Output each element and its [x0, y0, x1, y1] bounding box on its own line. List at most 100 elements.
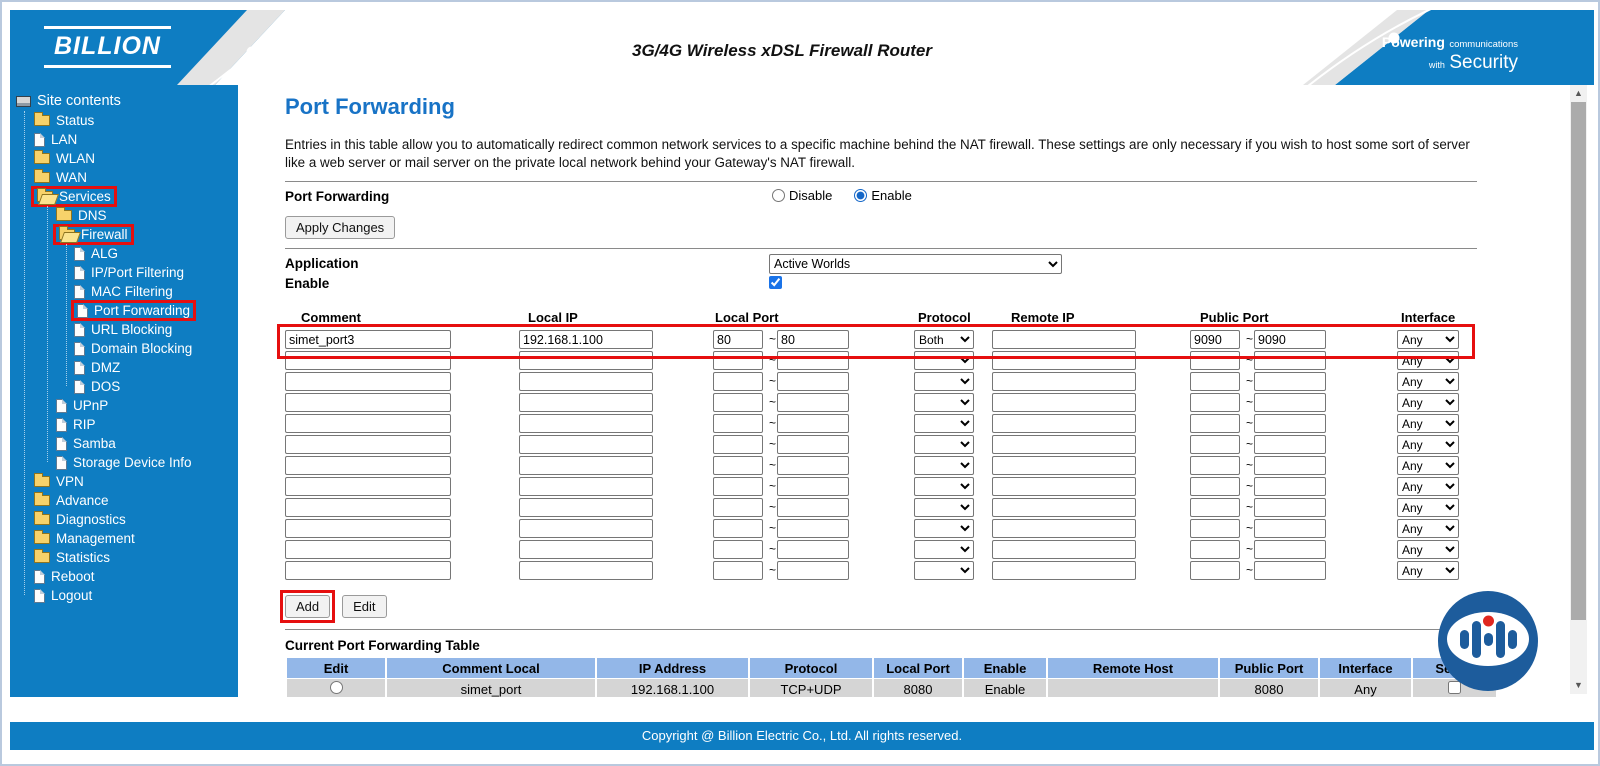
public-port-to-input[interactable] [1254, 351, 1326, 370]
enable-checkbox[interactable] [769, 276, 782, 289]
comment-input[interactable] [285, 330, 451, 349]
sidebar-item-dos[interactable]: DOS [10, 377, 238, 396]
scroll-up-arrow-icon[interactable]: ▲ [1570, 85, 1587, 102]
public-port-to-input[interactable] [1254, 435, 1326, 454]
comment-input[interactable] [285, 414, 451, 433]
sidebar-item-storage-device-info[interactable]: Storage Device Info [10, 453, 238, 472]
remote-ip-input[interactable] [992, 498, 1136, 517]
remote-ip-input[interactable] [992, 456, 1136, 475]
interface-select[interactable]: Any [1397, 435, 1459, 454]
local-port-to-input[interactable] [777, 414, 849, 433]
local-port-from-input[interactable] [713, 477, 763, 496]
edit-row-radio[interactable] [330, 681, 343, 694]
interface-select[interactable]: Any [1397, 414, 1459, 433]
local-ip-input[interactable] [519, 477, 653, 496]
local-ip-input[interactable] [519, 561, 653, 580]
sidebar-item-mac-filtering[interactable]: MAC Filtering [10, 282, 238, 301]
scrollbar[interactable]: ▲ ▼ [1570, 85, 1587, 694]
local-port-from-input[interactable] [713, 351, 763, 370]
sidebar-item-logout[interactable]: Logout [10, 586, 238, 605]
local-port-from-input[interactable] [713, 435, 763, 454]
sidebar-item-dmz[interactable]: DMZ [10, 358, 238, 377]
interface-select[interactable]: Any [1397, 372, 1459, 391]
public-port-from-input[interactable] [1190, 414, 1240, 433]
public-port-from-input[interactable] [1190, 435, 1240, 454]
comment-input[interactable] [285, 435, 451, 454]
sidebar-item-reboot[interactable]: Reboot [10, 567, 238, 586]
sidebar-item-upnp[interactable]: UPnP [10, 396, 238, 415]
local-ip-input[interactable] [519, 498, 653, 517]
remote-ip-input[interactable] [992, 414, 1136, 433]
public-port-to-input[interactable] [1254, 414, 1326, 433]
remote-ip-input[interactable] [992, 477, 1136, 496]
interface-select[interactable]: Any [1397, 561, 1459, 580]
local-port-to-input[interactable] [777, 435, 849, 454]
protocol-select[interactable] [914, 498, 974, 517]
remote-ip-input[interactable] [992, 519, 1136, 538]
remote-ip-input[interactable] [992, 435, 1136, 454]
remote-ip-input[interactable] [992, 351, 1136, 370]
protocol-select[interactable] [914, 519, 974, 538]
sidebar-item-wan[interactable]: WAN [10, 168, 238, 187]
sidebar-item-url-blocking[interactable]: URL Blocking [10, 320, 238, 339]
protocol-select[interactable] [914, 456, 974, 475]
protocol-select[interactable] [914, 561, 974, 580]
comment-input[interactable] [285, 519, 451, 538]
local-port-from-input[interactable] [713, 330, 763, 349]
sidebar-item-services[interactable]: Services [10, 187, 238, 206]
public-port-to-input[interactable] [1254, 393, 1326, 412]
public-port-from-input[interactable] [1190, 330, 1240, 349]
local-ip-input[interactable] [519, 330, 653, 349]
enable-radio[interactable] [854, 189, 867, 202]
local-ip-input[interactable] [519, 540, 653, 559]
protocol-select[interactable]: Both [914, 330, 974, 349]
sidebar-item-ip-port-filtering[interactable]: IP/Port Filtering [10, 263, 238, 282]
public-port-from-input[interactable] [1190, 477, 1240, 496]
local-ip-input[interactable] [519, 456, 653, 475]
local-port-from-input[interactable] [713, 540, 763, 559]
protocol-select[interactable] [914, 372, 974, 391]
sidebar-item-dns[interactable]: DNS [10, 206, 238, 225]
current-table-cell[interactable] [287, 679, 385, 697]
public-port-from-input[interactable] [1190, 519, 1240, 538]
interface-select[interactable]: Any [1397, 540, 1459, 559]
remote-ip-input[interactable] [992, 372, 1136, 391]
public-port-to-input[interactable] [1254, 372, 1326, 391]
local-port-from-input[interactable] [713, 456, 763, 475]
local-port-to-input[interactable] [777, 477, 849, 496]
public-port-from-input[interactable] [1190, 372, 1240, 391]
sidebar-item-lan[interactable]: LAN [10, 130, 238, 149]
sidebar-item-rip[interactable]: RIP [10, 415, 238, 434]
public-port-to-input[interactable] [1254, 540, 1326, 559]
public-port-to-input[interactable] [1254, 456, 1326, 475]
local-port-to-input[interactable] [777, 498, 849, 517]
local-port-from-input[interactable] [713, 414, 763, 433]
public-port-to-input[interactable] [1254, 519, 1326, 538]
comment-input[interactable] [285, 498, 451, 517]
public-port-from-input[interactable] [1190, 393, 1240, 412]
local-port-to-input[interactable] [777, 456, 849, 475]
public-port-from-input[interactable] [1190, 561, 1240, 580]
local-port-from-input[interactable] [713, 498, 763, 517]
sidebar-item-diagnostics[interactable]: Diagnostics [10, 510, 238, 529]
interface-select[interactable]: Any [1397, 351, 1459, 370]
local-port-to-input[interactable] [777, 351, 849, 370]
comment-input[interactable] [285, 540, 451, 559]
comment-input[interactable] [285, 561, 451, 580]
sidebar-item-port-forwarding[interactable]: Port Forwarding [10, 301, 238, 320]
interface-select[interactable]: Any [1397, 330, 1459, 349]
local-port-to-input[interactable] [777, 393, 849, 412]
protocol-select[interactable] [914, 393, 974, 412]
protocol-select[interactable] [914, 540, 974, 559]
disable-radio[interactable] [772, 189, 785, 202]
remote-ip-input[interactable] [992, 330, 1136, 349]
remote-ip-input[interactable] [992, 540, 1136, 559]
protocol-select[interactable] [914, 351, 974, 370]
local-ip-input[interactable] [519, 351, 653, 370]
sidebar-item-firewall[interactable]: Firewall [10, 225, 238, 244]
sidebar-item-alg[interactable]: ALG [10, 244, 238, 263]
local-port-from-input[interactable] [713, 393, 763, 412]
public-port-from-input[interactable] [1190, 540, 1240, 559]
remote-ip-input[interactable] [992, 393, 1136, 412]
interface-select[interactable]: Any [1397, 519, 1459, 538]
